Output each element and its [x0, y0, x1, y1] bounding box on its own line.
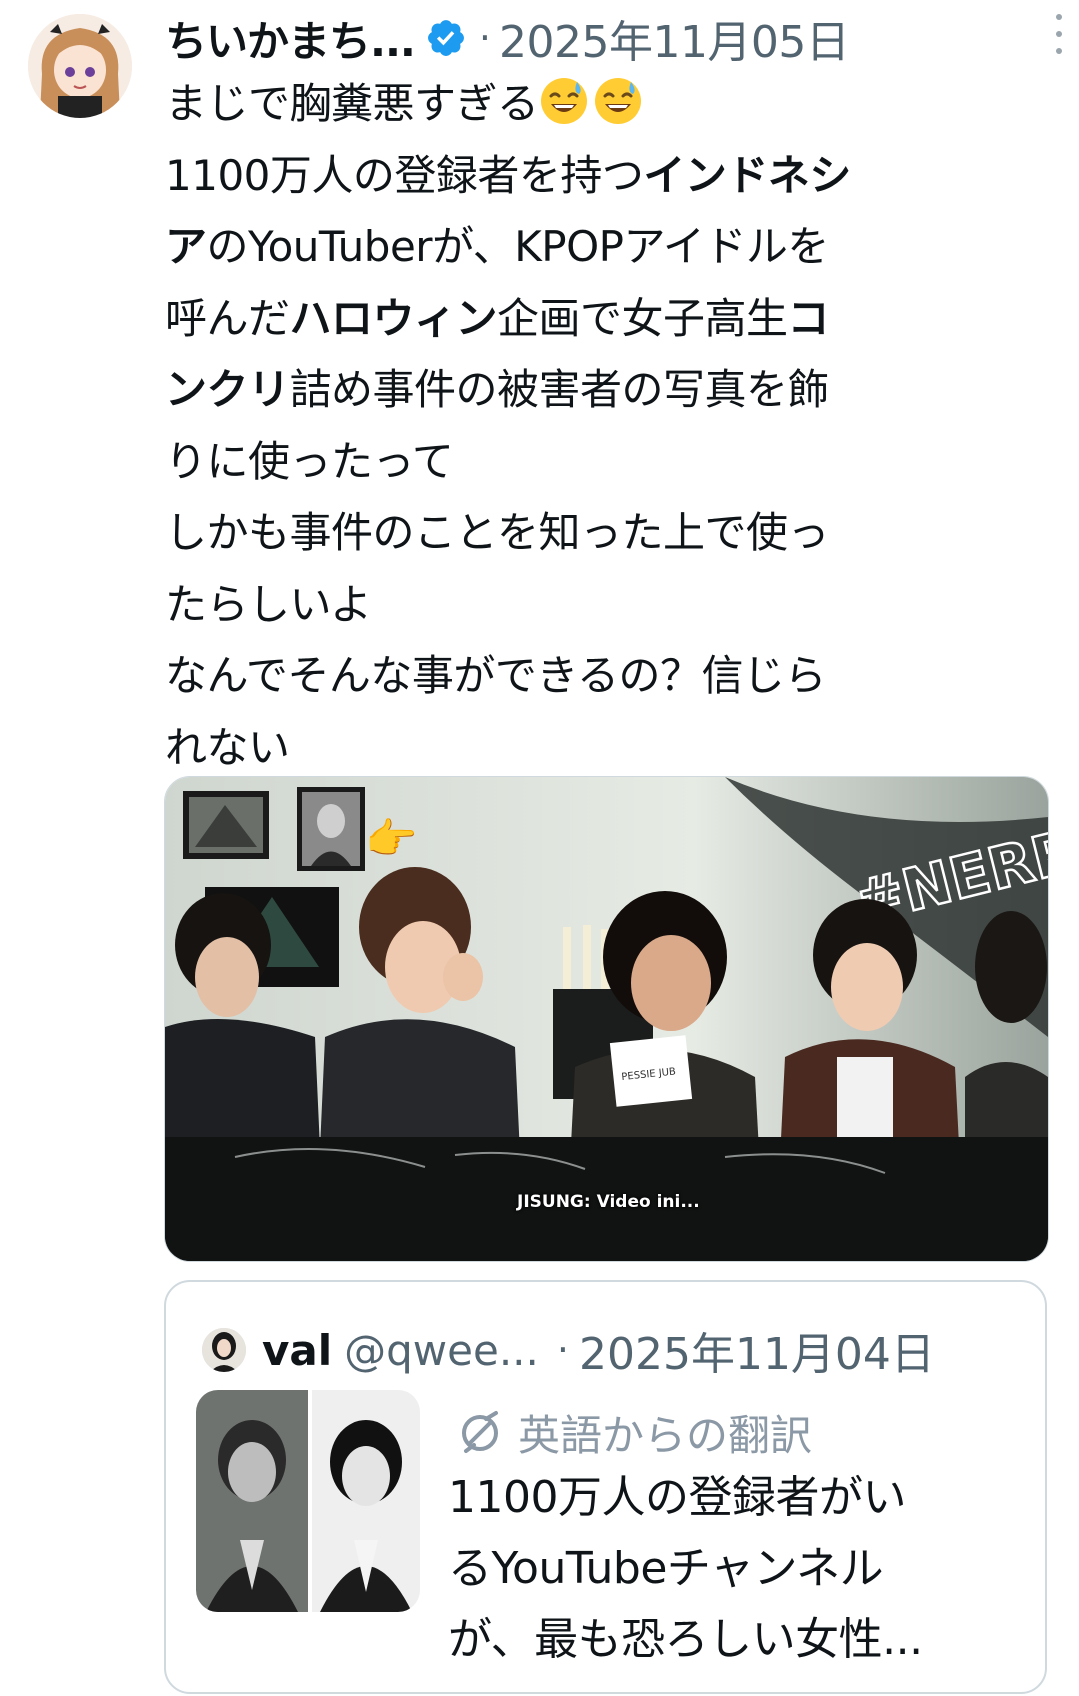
quoted-post-text: 1100万人の登録者がい るYouTubeチャンネル が、最も恐ろしい女性...	[448, 1462, 1028, 1675]
post-header: ちいかまち... · 2025年11月05日	[165, 6, 1059, 70]
post-text-segment: なんでそんな事ができるの？信じら	[165, 651, 827, 700]
post-text-line: まじで胸糞悪すぎる	[165, 68, 1025, 140]
post-text-segment: れない	[165, 722, 290, 772]
grinning-sweat-emoji	[593, 76, 643, 126]
post-text-segment: しかも事件のことを知った上で使っ	[165, 508, 830, 557]
post-text: まじで胸糞悪すぎる 1100万人の登録者を持つインドネシ アのYouTuberが、K…	[165, 68, 1025, 783]
quoted-author-name[interactable]: val	[262, 1326, 332, 1375]
post-text-line: ンクリ詰め事件の被害者の写真を飾	[165, 354, 1025, 426]
post-text-bold: ハロウィン	[289, 293, 498, 343]
post-text-segment: たらしいよ	[165, 579, 372, 629]
quoted-text-line: るYouTubeチャンネル	[448, 1543, 884, 1594]
post-date[interactable]: 2025年11月05日	[499, 6, 850, 70]
post-text-bold: ンクリ	[165, 365, 290, 414]
quoted-text-line: 1100万人の登録者がい	[448, 1472, 906, 1523]
post-text-line: 1100万人の登録者を持つインドネシ	[165, 140, 1025, 212]
post-text-line: しかも事件のことを知った上で使っ	[165, 497, 1025, 569]
separator-dot: ·	[478, 16, 491, 60]
author-name[interactable]: ちいかまち...	[165, 8, 416, 69]
author-avatar[interactable]	[28, 14, 132, 118]
post-media-image[interactable]: #NERR 👉 PESSIE JUB JISUNG: Video ini...	[164, 776, 1049, 1262]
verified-badge-icon	[425, 17, 467, 59]
more-vertical-icon[interactable]	[1047, 14, 1071, 54]
post-text-line: れない	[165, 712, 1025, 784]
grinning-sweat-emoji	[539, 76, 589, 126]
separator-dot: ·	[556, 1328, 569, 1372]
quoted-post-date[interactable]: 2025年11月04日	[579, 1318, 935, 1382]
translate-icon	[456, 1409, 504, 1457]
post-text-line: りに使ったって	[165, 426, 1025, 498]
translation-label-text: 英語からの翻訳	[518, 1411, 813, 1460]
quoted-post[interactable]: val @qwee... · 2025年11月04日 英語からの翻訳 1100万…	[164, 1280, 1047, 1694]
post-text-line: たらしいよ	[165, 569, 1025, 641]
post-text-segment: 企画で女子高生	[497, 293, 788, 343]
post-text-segment: りに使ったって	[165, 436, 454, 486]
post-text-bold: インドネシ	[643, 150, 851, 200]
quoted-author-avatar[interactable]	[202, 1328, 246, 1372]
translation-label[interactable]: 英語からの翻訳	[456, 1402, 812, 1463]
post-text-line: アのYouTuberが、KPOPアイドルを	[165, 211, 1025, 283]
post-text-line: なんでそんな事ができるの？信じら	[165, 640, 1025, 712]
post-text-segment: のYouTuberが、KPOPアイドルを	[206, 222, 830, 271]
post-text-segment: 呼んだ	[165, 293, 290, 343]
post-text-line: 呼んだハロウィン企画で女子高生コ	[165, 283, 1025, 355]
post-text-segment: 詰め事件の被害者の写真を飾	[289, 365, 830, 414]
post-text-bold: ア	[165, 222, 207, 271]
quoted-text-line: が、最も恐ろしい女性...	[448, 1614, 923, 1665]
quoted-author-handle[interactable]: @qwee...	[344, 1326, 539, 1375]
post-text-segment: 1100万人の登録者を持つ	[165, 150, 644, 200]
post-text-bold: コ	[787, 293, 830, 343]
video-subtitle: JISUNG: Video ini...	[517, 1192, 700, 1212]
post-text-segment: まじで胸糞悪すぎる	[165, 79, 539, 128]
quoted-post-header: val @qwee... · 2025年11月04日	[202, 1320, 1025, 1380]
pointing-hand-emoji: 👉	[365, 814, 417, 863]
quoted-post-image[interactable]	[196, 1390, 420, 1612]
